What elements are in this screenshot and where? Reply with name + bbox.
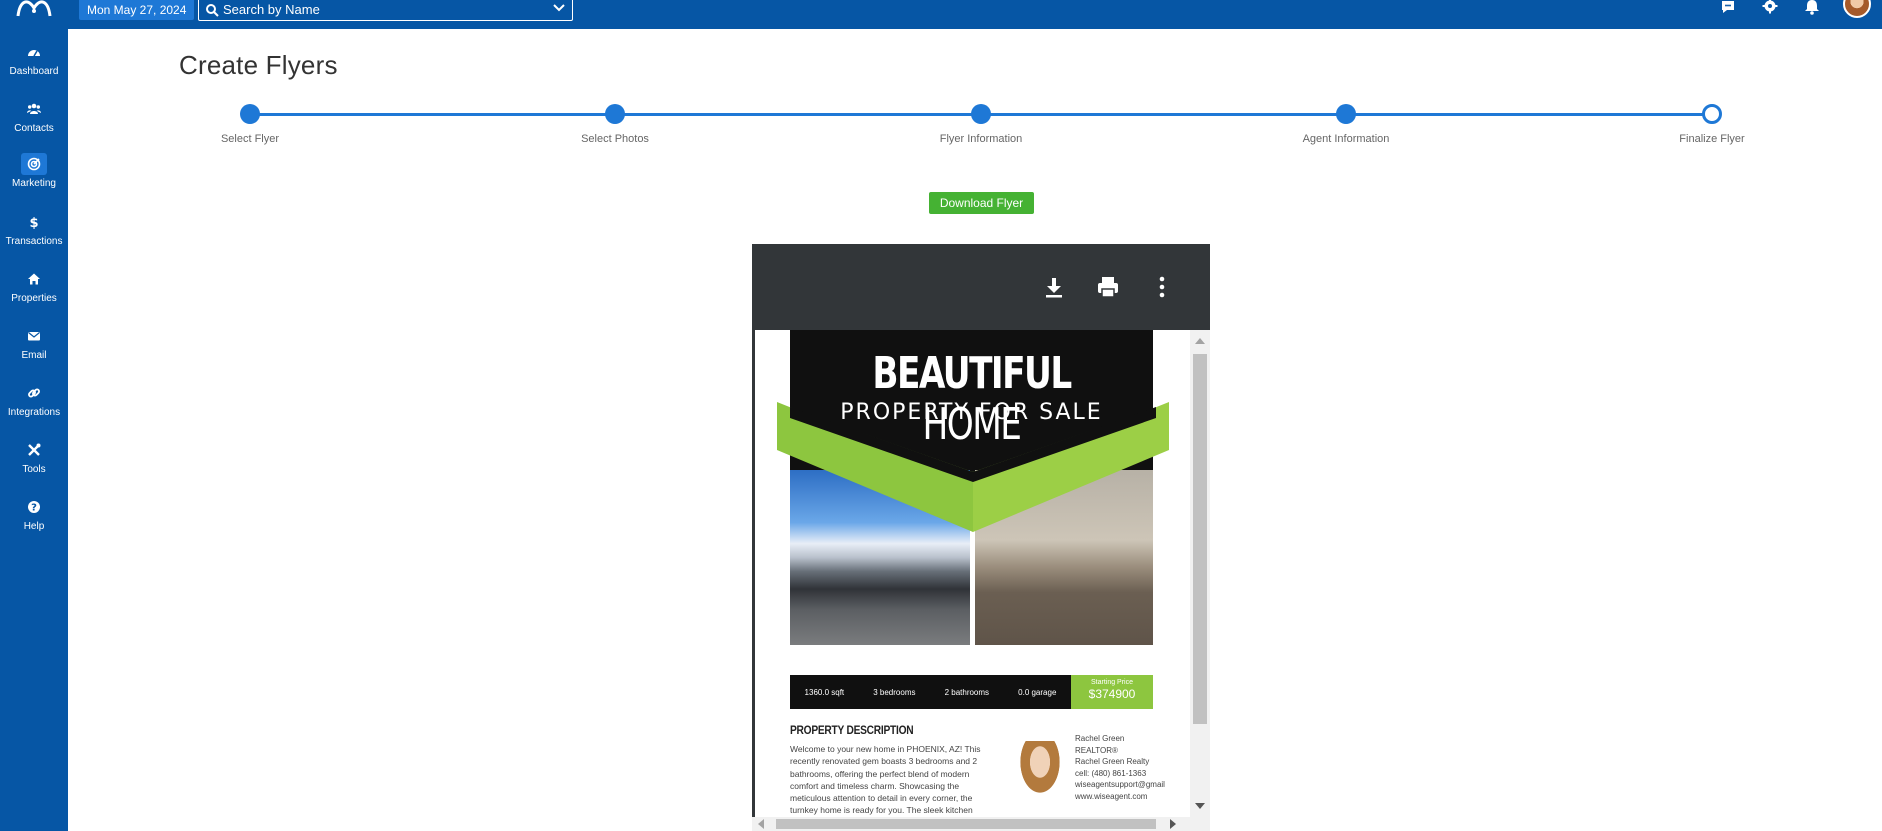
step-dot-select-photos[interactable] <box>605 104 625 124</box>
svg-text:?: ? <box>31 503 37 514</box>
envelope-icon <box>28 332 40 341</box>
logo-icon[interactable] <box>14 0 54 22</box>
agent-website: www.wiseagent.com <box>1075 791 1148 801</box>
search-icon <box>206 3 219 17</box>
garage-stat: 0.0 garage <box>1018 687 1057 697</box>
pdf-toolbar <box>752 244 1210 330</box>
dollar-icon: $ <box>29 216 38 229</box>
scroll-down-arrow[interactable] <box>1195 803 1205 809</box>
sidebar-item-label: Marketing <box>12 178 56 189</box>
home-icon <box>28 273 40 285</box>
step-dot-select-flyer[interactable] <box>240 104 260 124</box>
sidebar-item-integrations[interactable]: Integrations <box>0 382 68 432</box>
vertical-scrollbar[interactable] <box>1190 330 1210 817</box>
dashboard-icon <box>28 50 40 57</box>
step-label: Agent Information <box>1302 133 1390 145</box>
sqft-stat: 1360.0 sqft <box>804 687 845 697</box>
flyer-headline: BEAUTIFUL HOME <box>830 348 1113 450</box>
step-dot-agent-information[interactable] <box>1336 104 1356 124</box>
headline-bold: BEAUTIFUL <box>872 348 1072 399</box>
step-dot-finalize-flyer[interactable] <box>1702 104 1722 124</box>
contacts-icon <box>27 103 41 114</box>
pdf-viewer: BEAUTIFUL HOME PROPERTY FOR SALE 1360.0 … <box>752 244 1210 831</box>
sidebar-item-properties[interactable]: Properties <box>0 268 68 318</box>
price-value: $374900 <box>1088 687 1136 701</box>
chat-icon[interactable] <box>1718 0 1738 17</box>
scroll-up-arrow[interactable] <box>1195 338 1205 344</box>
description-body: Welcome to your new home in PHOENIX, AZ!… <box>790 744 981 816</box>
sidebar-item-tools[interactable]: Tools <box>0 439 68 489</box>
help-icon: ? <box>28 501 40 514</box>
step-label: Select Flyer <box>220 133 280 145</box>
agent-email: wiseagentsupport@gmail <box>1075 780 1165 789</box>
print-icon[interactable] <box>1095 274 1121 300</box>
step-label: Select Photos <box>581 133 649 145</box>
sidebar-item-contacts[interactable]: Contacts <box>0 98 68 148</box>
price-label: Starting Price <box>1090 679 1134 686</box>
flyer-page: BEAUTIFUL HOME PROPERTY FOR SALE 1360.0 … <box>755 330 1190 817</box>
download-icon[interactable] <box>1041 274 1067 300</box>
page-title: Create Flyers <box>179 50 338 80</box>
date-chip[interactable]: Mon May 27, 2024 <box>79 0 195 20</box>
user-avatar[interactable] <box>1843 0 1871 18</box>
sidebar: Dashboard Contacts Marketing $ Transacti… <box>0 29 68 831</box>
sidebar-item-label: Dashboard <box>9 66 59 77</box>
more-options-icon[interactable] <box>1149 274 1175 300</box>
sidebar-item-label: Properties <box>11 293 57 304</box>
agent-name: Rachel Green <box>1075 734 1125 743</box>
bathrooms-stat: 2 bathrooms <box>944 687 990 697</box>
agent-title: REALTOR® <box>1075 745 1118 755</box>
top-bar: Mon May 27, 2024 Search by Name <box>0 0 1882 29</box>
scroll-left-arrow[interactable] <box>758 819 764 829</box>
step-dot-flyer-information[interactable] <box>971 104 991 124</box>
sidebar-item-label: Help <box>23 521 45 532</box>
sidebar-item-email[interactable]: Email <box>0 325 68 375</box>
bell-icon[interactable] <box>1802 0 1822 17</box>
sidebar-item-label: Integrations <box>7 407 61 418</box>
price-box: Starting Price $374900 <box>1071 675 1153 709</box>
sidebar-item-label: Contacts <box>14 123 54 134</box>
agent-info: Rachel Green REALTOR® Rachel Green Realt… <box>1075 733 1165 802</box>
agent-photo <box>1015 741 1065 801</box>
horizontal-scroll-thumb[interactable] <box>776 819 1156 829</box>
step-label: Finalize Flyer <box>1679 133 1745 145</box>
search-placeholder: Search by Name <box>223 2 320 17</box>
agent-cell: cell: (480) 861-1363 <box>1075 768 1147 778</box>
flyer-subhead: PROPERTY FOR SALE <box>840 400 1103 425</box>
chevron-down-icon[interactable] <box>552 1 566 15</box>
gear-icon[interactable] <box>1760 0 1780 17</box>
tools-icon <box>28 443 41 456</box>
sidebar-item-dashboard[interactable]: Dashboard <box>0 41 68 91</box>
description-title: PROPERTY DESCRIPTION <box>790 723 914 737</box>
bedrooms-stat: 3 bedrooms <box>873 687 916 697</box>
marketing-icon <box>27 157 41 171</box>
link-icon <box>28 388 40 398</box>
scroll-right-arrow[interactable] <box>1170 819 1176 829</box>
scroll-thumb[interactable] <box>1193 354 1207 724</box>
svg-text:$: $ <box>29 216 38 229</box>
property-stats-bar: 1360.0 sqft 3 bedrooms 2 bathrooms 0.0 g… <box>790 675 1071 709</box>
sidebar-item-label: Tools <box>22 464 46 475</box>
download-flyer-button[interactable]: Download Flyer <box>929 192 1034 214</box>
agent-company: Rachel Green Realty <box>1075 757 1150 766</box>
horizontal-scrollbar[interactable] <box>752 817 1210 831</box>
sidebar-item-label: Email <box>21 350 47 361</box>
step-label: Flyer Information <box>939 133 1023 145</box>
sidebar-item-marketing[interactable]: Marketing <box>0 153 68 203</box>
sidebar-item-transactions[interactable]: $ Transactions <box>0 211 68 261</box>
sidebar-item-help[interactable]: ? Help <box>0 496 68 546</box>
search-input[interactable]: Search by Name <box>198 0 573 21</box>
sidebar-item-label: Transactions <box>5 236 63 247</box>
